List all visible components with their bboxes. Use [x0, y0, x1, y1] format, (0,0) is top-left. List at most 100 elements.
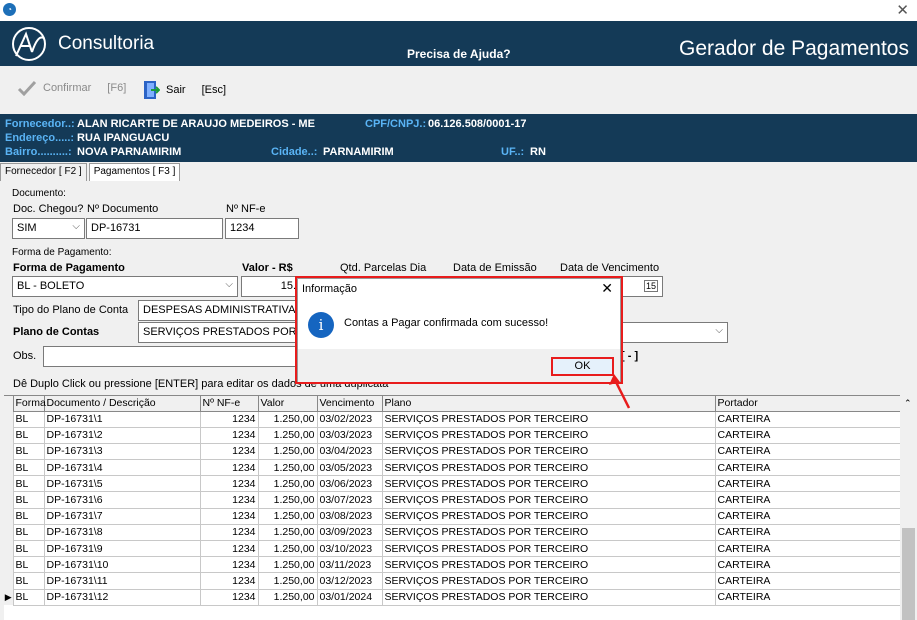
table-cell[interactable]: 03/12/2023 [316, 572, 383, 590]
table-cell[interactable]: 03/05/2023 [316, 459, 383, 477]
table-cell[interactable]: DP-16731\11 [43, 572, 201, 590]
table-cell[interactable]: CARTEIRA [714, 523, 901, 542]
table-cell[interactable]: CARTEIRA [714, 426, 901, 444]
table-cell[interactable]: SERVIÇOS PRESTADOS POR TERCEIRO [381, 539, 716, 558]
table-cell[interactable]: CARTEIRA [714, 556, 901, 574]
table-cell[interactable]: 1.250,00 [257, 572, 318, 590]
table-cell[interactable]: BL [12, 572, 45, 590]
table-cell[interactable]: 1.250,00 [257, 410, 318, 428]
table-cell[interactable]: DP-16731\4 [43, 459, 201, 477]
table-cell[interactable]: 1.250,00 [257, 588, 318, 606]
table-cell[interactable]: 1.250,00 [257, 539, 318, 558]
table-cell[interactable]: BL [12, 442, 45, 461]
table-cell[interactable]: 1.250,00 [257, 459, 318, 477]
col-header[interactable]: Plano [381, 396, 716, 412]
table-cell[interactable]: SERVIÇOS PRESTADOS POR TERCEIRO [381, 475, 716, 493]
table-cell[interactable]: BL [12, 426, 45, 444]
num-doc-input[interactable]: DP-16731 [86, 218, 223, 239]
table-cell[interactable]: BL [12, 588, 45, 606]
table-cell[interactable]: 03/04/2023 [316, 442, 383, 461]
table-row[interactable]: BL DP-16731\5 1234 1.250,00 03/06/2023 SERVIÇ… [4, 475, 901, 493]
table-cell[interactable]: CARTEIRA [714, 491, 901, 509]
table-cell[interactable]: CARTEIRA [714, 588, 901, 606]
table-cell[interactable]: SERVIÇOS PRESTADOS POR TERCEIRO [381, 410, 716, 428]
table-cell[interactable]: BL [12, 539, 45, 558]
scroll-up-icon[interactable]: ⌃ [904, 398, 912, 409]
table-cell[interactable]: 03/01/2024 [316, 588, 383, 606]
table-row[interactable]: BL DP-16731\11 1234 1.250,00 03/12/2023 SERVI… [4, 572, 901, 590]
col-header[interactable]: Nº NF-e [199, 396, 259, 412]
table-cell[interactable]: DP-16731\6 [43, 491, 201, 509]
table-cell[interactable]: 1.250,00 [257, 507, 318, 525]
table-cell[interactable]: CARTEIRA [714, 539, 901, 558]
nf-input[interactable]: 1234 [225, 218, 299, 239]
table-cell[interactable]: SERVIÇOS PRESTADOS POR TERCEIRO [381, 507, 716, 525]
table-cell[interactable]: 1.250,00 [257, 523, 318, 542]
table-row[interactable]: BL DP-16731\1 1234 1.250,00 03/02/2023 SERVIÇ… [4, 410, 901, 428]
scrollbar-thumb[interactable] [902, 528, 915, 620]
confirm-button[interactable]: Confirmar [F6] [17, 80, 126, 96]
table-cell[interactable]: DP-16731\10 [43, 556, 201, 574]
table-cell[interactable]: 03/06/2023 [316, 475, 383, 493]
table-row[interactable]: BL DP-16731\7 1234 1.250,00 03/08/2023 SERVIÇ… [4, 507, 901, 525]
table-cell[interactable]: CARTEIRA [714, 507, 901, 525]
table-cell[interactable]: CARTEIRA [714, 410, 901, 428]
table-cell[interactable]: BL [12, 459, 45, 477]
table-row[interactable]: BL DP-16731\9 1234 1.250,00 03/10/2023 SERVIÇ… [4, 539, 901, 558]
table-cell[interactable]: 03/10/2023 [316, 539, 383, 558]
col-header[interactable]: Forma [12, 396, 46, 412]
table-cell[interactable]: BL [12, 556, 45, 574]
table-row[interactable]: BL DP-16731\3 1234 1.250,00 03/04/2023 SERVIÇ… [4, 442, 901, 461]
remove-installment-button[interactable]: [ - ] [621, 350, 638, 362]
table-cell[interactable]: BL [12, 523, 45, 542]
tab-fornecedor[interactable]: Fornecedor [ F2 ] [0, 163, 87, 181]
table-cell[interactable]: 1.250,00 [257, 556, 318, 574]
table-cell[interactable]: 1.250,00 [257, 426, 318, 444]
table-cell[interactable]: BL [12, 410, 45, 428]
table-cell[interactable]: 03/07/2023 [316, 491, 383, 509]
table-cell[interactable]: 1234 [199, 556, 259, 574]
table-row[interactable]: BL DP-16731\4 1234 1.250,00 03/05/2023 SERVIÇ… [4, 459, 901, 477]
table-cell[interactable]: SERVIÇOS PRESTADOS POR TERCEIRO [381, 572, 716, 590]
installments-grid[interactable]: Forma Documento / Descrição Nº NF-e Valo… [4, 395, 901, 620]
table-row[interactable]: ▶ BL DP-16731\12 1234 1.250,00 03/01/2024 SERV… [4, 588, 901, 606]
col-header[interactable]: Valor [257, 396, 318, 412]
table-row[interactable]: BL DP-16731\8 1234 1.250,00 03/09/2023 SERVIÇ… [4, 523, 901, 542]
table-cell[interactable]: SERVIÇOS PRESTADOS POR TERCEIRO [381, 491, 716, 509]
table-cell[interactable]: DP-16731\9 [43, 539, 201, 558]
col-header[interactable]: Documento / Descrição [43, 396, 201, 412]
table-cell[interactable]: 03/11/2023 [316, 556, 383, 574]
table-cell[interactable]: SERVIÇOS PRESTADOS POR TERCEIRO [381, 556, 716, 574]
table-cell[interactable]: 1234 [199, 410, 259, 428]
table-cell[interactable]: 1234 [199, 442, 259, 461]
table-cell[interactable]: BL [12, 491, 45, 509]
table-cell[interactable]: 1234 [199, 426, 259, 444]
tipo-plano-input[interactable]: DESPESAS ADMINISTRATIVAS [138, 300, 300, 321]
table-cell[interactable]: 1234 [199, 475, 259, 493]
table-cell[interactable]: SERVIÇOS PRESTADOS POR TERCEIRO [381, 459, 716, 477]
table-cell[interactable]: BL [12, 507, 45, 525]
table-cell[interactable]: SERVIÇOS PRESTADOS POR TERCEIRO [381, 523, 716, 542]
table-cell[interactable]: CARTEIRA [714, 572, 901, 590]
table-cell[interactable]: 1234 [199, 491, 259, 509]
table-cell[interactable]: DP-16731\12 [43, 588, 201, 606]
table-row[interactable]: BL DP-16731\2 1234 1.250,00 03/03/2023 SERVIÇ… [4, 426, 901, 444]
table-cell[interactable]: 03/08/2023 [316, 507, 383, 525]
forma-select[interactable]: BL - BOLETO ⌵ [12, 276, 238, 297]
table-cell[interactable]: 1234 [199, 539, 259, 558]
valor-input[interactable]: 15. [241, 276, 301, 297]
table-row[interactable]: BL DP-16731\10 1234 1.250,00 03/11/2023 SERVI… [4, 556, 901, 574]
calendar-icon[interactable]: 15 [643, 280, 658, 292]
table-cell[interactable]: 1234 [199, 507, 259, 525]
table-cell[interactable]: 1234 [199, 588, 259, 606]
table-cell[interactable]: DP-16731\3 [43, 442, 201, 461]
table-cell[interactable]: SERVIÇOS PRESTADOS POR TERCEIRO [381, 588, 716, 606]
table-cell[interactable]: CARTEIRA [714, 442, 901, 461]
table-cell[interactable]: CARTEIRA [714, 459, 901, 477]
table-cell[interactable]: DP-16731\5 [43, 475, 201, 493]
tab-pagamentos[interactable]: Pagamentos [ F3 ] [88, 163, 181, 181]
table-cell[interactable]: 03/03/2023 [316, 426, 383, 444]
table-cell[interactable]: 1.250,00 [257, 475, 318, 493]
table-cell[interactable]: 1234 [199, 459, 259, 477]
table-cell[interactable]: SERVIÇOS PRESTADOS POR TERCEIRO [381, 426, 716, 444]
